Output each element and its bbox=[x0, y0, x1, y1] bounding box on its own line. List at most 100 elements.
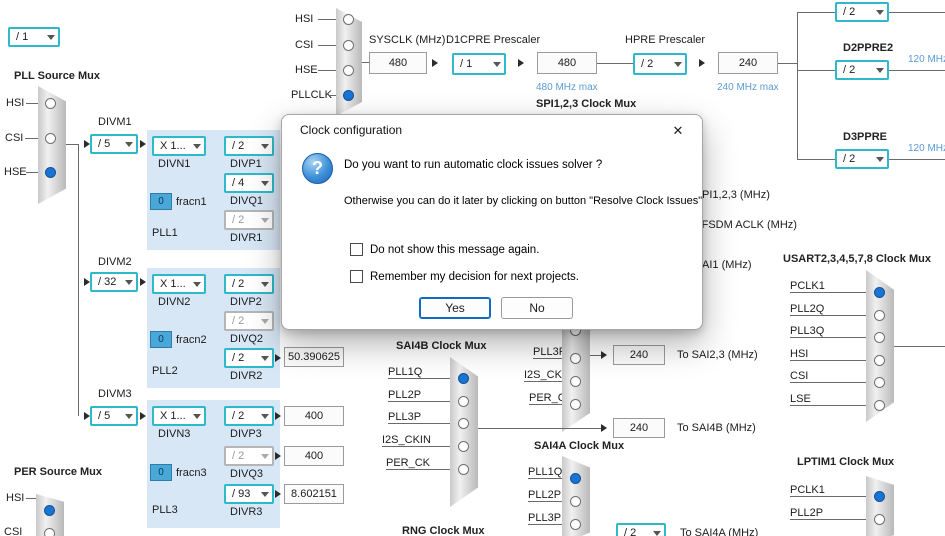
sai4b-output-label: To SAI4B (MHz) bbox=[677, 422, 756, 434]
wire bbox=[528, 524, 562, 525]
pll2-mult-dropdown[interactable]: X 1... bbox=[152, 274, 206, 294]
fracn2-label: fracn2 bbox=[176, 334, 207, 346]
arrow-icon bbox=[518, 59, 524, 67]
sysmux-pllclk-radio-selected[interactable] bbox=[343, 90, 354, 101]
d1cpre-label: D1CPRE Prescaler bbox=[446, 34, 541, 46]
no-button[interactable]: No bbox=[501, 297, 573, 319]
wire bbox=[386, 469, 450, 470]
wire bbox=[790, 337, 866, 338]
sai23-radio-3[interactable] bbox=[570, 353, 581, 364]
per-csi-radio[interactable] bbox=[44, 528, 55, 536]
divm1-dropdown[interactable]: / 5 bbox=[90, 134, 138, 154]
divp2-label: DIVP2 bbox=[230, 296, 262, 308]
chevron-down-icon bbox=[47, 34, 55, 40]
usart-hsi-radio[interactable] bbox=[874, 355, 885, 366]
sai4b-pll3p-radio[interactable] bbox=[458, 418, 469, 429]
sai4b-pll1q-radio-selected[interactable] bbox=[458, 373, 469, 384]
wire bbox=[78, 144, 79, 416]
lptim1-pclk1-radio-selected[interactable] bbox=[874, 491, 885, 502]
divn3-label: DIVN3 bbox=[158, 428, 191, 440]
checkbox-icon[interactable] bbox=[350, 243, 363, 256]
divm1-label: DIVM1 bbox=[98, 116, 132, 128]
pll-source-csi-radio[interactable] bbox=[45, 133, 56, 144]
divm2-dropdown[interactable]: / 32 bbox=[90, 272, 138, 292]
fracn3-input[interactable]: 0 bbox=[150, 464, 172, 481]
d1cpre-dropdown[interactable]: / 1 bbox=[452, 53, 506, 75]
sysmux-hse-radio[interactable] bbox=[343, 65, 354, 76]
fracn2-input[interactable]: 0 bbox=[150, 331, 172, 348]
chevron-down-icon bbox=[193, 281, 201, 287]
sysclk-value-field[interactable]: 480 bbox=[369, 52, 427, 74]
wire bbox=[889, 159, 945, 160]
sai4a-pll3p-radio[interactable] bbox=[570, 519, 581, 530]
sysmux-csi-radio[interactable] bbox=[343, 40, 354, 51]
pll-source-hse-label: HSE bbox=[4, 166, 27, 178]
pll-source-mux-title: PLL Source Mux bbox=[14, 70, 100, 82]
remember-decision-checkbox[interactable]: Remember my decision for next projects. bbox=[350, 270, 579, 283]
sysmux-hsi-radio[interactable] bbox=[343, 14, 354, 25]
pll3-mult-dropdown[interactable]: X 1... bbox=[152, 406, 206, 426]
chevron-down-icon bbox=[261, 318, 269, 324]
usart-csi-radio[interactable] bbox=[874, 377, 885, 388]
usart-mux-title: USART2,3,4,5,7,8 Clock Mux bbox=[783, 253, 931, 265]
wire bbox=[388, 401, 450, 402]
sai4b-pll2p-radio[interactable] bbox=[458, 396, 469, 407]
usart-lse-radio[interactable] bbox=[874, 400, 885, 411]
sai23-radio-4[interactable] bbox=[570, 376, 581, 387]
divm3-dropdown[interactable]: / 5 bbox=[90, 406, 138, 426]
pll-source-hse-radio-selected[interactable] bbox=[45, 167, 56, 178]
chevron-down-icon bbox=[261, 453, 269, 459]
sai4b-i2s-ckin-radio[interactable] bbox=[458, 441, 469, 452]
sai4b-pll3p-label: PLL3P bbox=[388, 411, 422, 423]
usart-pclk1-radio-selected[interactable] bbox=[874, 287, 885, 298]
prescaler-top-right-dropdown[interactable]: / 2 bbox=[835, 2, 889, 22]
sai4a-pll1q-radio-selected[interactable] bbox=[570, 473, 581, 484]
pll-source-hsi-radio[interactable] bbox=[45, 98, 56, 109]
prescaler-top-left-dropdown[interactable]: / 1 bbox=[8, 27, 60, 47]
sysmux-hsi-label: HSI bbox=[295, 13, 314, 25]
fracn1-input[interactable]: 0 bbox=[150, 193, 172, 210]
pll3-divp-output: 400 bbox=[284, 406, 344, 426]
chevron-down-icon bbox=[653, 530, 661, 536]
divq1-dropdown[interactable]: / 4 bbox=[224, 173, 274, 193]
wire bbox=[330, 95, 336, 96]
sai4b-pll2p-label: PLL2P bbox=[388, 389, 422, 401]
checkbox-icon[interactable] bbox=[350, 270, 363, 283]
sai4b-pll1q-label: PLL1Q bbox=[388, 366, 423, 378]
yes-button[interactable]: Yes bbox=[419, 297, 491, 319]
divp1-dropdown[interactable]: / 2 bbox=[224, 136, 274, 156]
usart-lse-label: LSE bbox=[790, 393, 811, 405]
arrow-icon bbox=[275, 490, 281, 498]
chevron-down-icon bbox=[261, 281, 269, 287]
d3ppre-dropdown[interactable]: / 2 bbox=[835, 149, 889, 169]
dont-show-again-checkbox[interactable]: Do not show this message again. bbox=[350, 243, 539, 256]
d2ppre2-label: D2PPRE2 bbox=[843, 42, 894, 54]
hpre-dropdown[interactable]: / 2 bbox=[633, 53, 687, 75]
sai23-radio-5[interactable] bbox=[570, 399, 581, 410]
close-icon[interactable]: ✕ bbox=[666, 120, 690, 142]
arrow-icon bbox=[140, 140, 146, 148]
sai4a-div-dropdown[interactable]: / 2 bbox=[616, 523, 666, 536]
divr3-dropdown[interactable]: / 93 bbox=[224, 484, 274, 504]
hpre-label: HPRE Prescaler bbox=[625, 34, 706, 46]
per-hsi-label: HSI bbox=[6, 492, 25, 504]
sai4b-per-ck-radio[interactable] bbox=[458, 464, 469, 475]
divr2-dropdown[interactable]: / 2 bbox=[224, 348, 274, 368]
rng-mux-title: RNG Clock Mux bbox=[402, 525, 485, 536]
pll1-mult-dropdown[interactable]: X 1... bbox=[152, 136, 206, 156]
sai4a-pll2p-radio[interactable] bbox=[570, 496, 581, 507]
sai4b-per-ck-label: PER_CK bbox=[386, 457, 431, 469]
per-hsi-radio-selected[interactable] bbox=[44, 505, 55, 516]
divp2-dropdown[interactable]: / 2 bbox=[224, 274, 274, 294]
arrow-icon bbox=[432, 59, 438, 67]
usart-pll3q-radio[interactable] bbox=[874, 332, 885, 343]
fracn1-label: fracn1 bbox=[176, 196, 207, 208]
usart-pll2q-radio[interactable] bbox=[874, 310, 885, 321]
lptim1-pll2p-radio[interactable] bbox=[874, 514, 885, 525]
lptim1-pll2p-label: PLL2P bbox=[790, 507, 824, 519]
divp3-dropdown[interactable]: / 2 bbox=[224, 406, 274, 426]
wire bbox=[26, 172, 38, 173]
d2ppre2-dropdown[interactable]: / 2 bbox=[835, 60, 889, 80]
wire bbox=[778, 63, 797, 64]
pll3-divq-output: 400 bbox=[284, 446, 344, 466]
